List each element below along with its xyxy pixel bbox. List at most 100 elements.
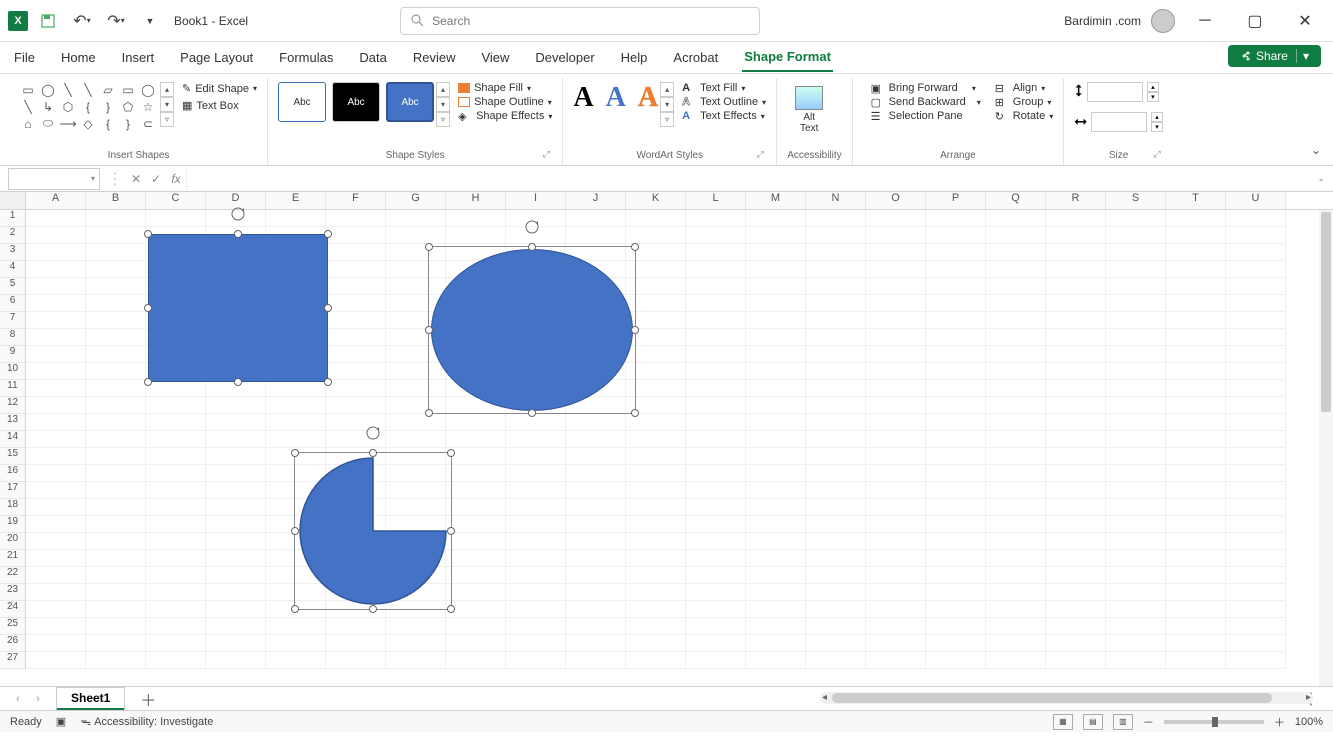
cell[interactable] [926, 482, 986, 499]
cell[interactable] [26, 550, 86, 567]
cell[interactable] [386, 210, 446, 227]
cell[interactable] [326, 278, 386, 295]
resize-handle[interactable] [291, 527, 299, 535]
cell[interactable] [926, 380, 986, 397]
row-header[interactable]: 1 [0, 210, 26, 227]
cell[interactable] [326, 380, 386, 397]
cell[interactable] [146, 567, 206, 584]
cell[interactable] [626, 601, 686, 618]
cell[interactable] [1226, 210, 1286, 227]
cell[interactable] [626, 448, 686, 465]
cell[interactable] [1106, 431, 1166, 448]
cell[interactable] [1046, 380, 1106, 397]
cell[interactable] [626, 431, 686, 448]
cell[interactable] [926, 550, 986, 567]
cell[interactable] [146, 652, 206, 669]
cell[interactable] [1166, 584, 1226, 601]
row-header[interactable]: 4 [0, 261, 26, 278]
redo-button[interactable]: ↷▾ [102, 7, 130, 35]
column-header[interactable]: T [1166, 192, 1226, 209]
row-header[interactable]: 7 [0, 312, 26, 329]
cell[interactable] [1226, 312, 1286, 329]
cell[interactable] [626, 227, 686, 244]
cell[interactable] [386, 431, 446, 448]
cell[interactable] [746, 584, 806, 601]
cell[interactable] [86, 380, 146, 397]
cell[interactable] [746, 567, 806, 584]
tab-help[interactable]: Help [619, 44, 650, 71]
row-header[interactable]: 20 [0, 533, 26, 550]
cell[interactable] [1106, 414, 1166, 431]
cell[interactable] [1166, 533, 1226, 550]
cell[interactable] [806, 380, 866, 397]
cell[interactable] [866, 261, 926, 278]
cell[interactable] [446, 210, 506, 227]
cell[interactable] [1046, 465, 1106, 482]
accessibility-status[interactable]: ᯓ Accessibility: Investigate [80, 714, 213, 729]
cell[interactable] [1046, 448, 1106, 465]
cell[interactable] [1046, 618, 1106, 635]
cell[interactable] [626, 516, 686, 533]
cell[interactable] [926, 329, 986, 346]
cell[interactable] [206, 550, 266, 567]
resize-handle[interactable] [631, 326, 639, 334]
cell[interactable] [626, 210, 686, 227]
cell[interactable] [626, 652, 686, 669]
column-header[interactable]: A [26, 192, 86, 209]
cell[interactable] [146, 516, 206, 533]
cell[interactable] [926, 465, 986, 482]
resize-handle[interactable] [425, 409, 433, 417]
cell[interactable] [1166, 295, 1226, 312]
cell[interactable] [26, 414, 86, 431]
cell[interactable] [1226, 601, 1286, 618]
cell[interactable] [806, 584, 866, 601]
cell[interactable] [746, 618, 806, 635]
cell[interactable] [26, 431, 86, 448]
cell[interactable] [866, 482, 926, 499]
resize-handle[interactable] [369, 449, 377, 457]
cell[interactable] [1166, 448, 1226, 465]
cell[interactable] [806, 363, 866, 380]
cell[interactable] [146, 550, 206, 567]
cell[interactable] [686, 635, 746, 652]
cell[interactable] [926, 431, 986, 448]
cell[interactable] [146, 210, 206, 227]
cell[interactable] [1226, 329, 1286, 346]
alt-text-button[interactable]: Alt Text [787, 82, 831, 138]
cell[interactable] [26, 261, 86, 278]
cell[interactable] [566, 227, 626, 244]
cell[interactable] [146, 635, 206, 652]
cell[interactable] [506, 601, 566, 618]
select-all-corner[interactable] [0, 192, 26, 209]
row-header[interactable]: 3 [0, 244, 26, 261]
cell[interactable] [266, 397, 326, 414]
cell[interactable] [626, 567, 686, 584]
cell[interactable] [1226, 244, 1286, 261]
cell[interactable] [986, 261, 1046, 278]
zoom-in-button[interactable]: ＋ [1274, 714, 1285, 730]
cell[interactable] [266, 380, 326, 397]
cell[interactable] [26, 329, 86, 346]
cell[interactable] [1166, 652, 1226, 669]
resize-handle[interactable] [447, 527, 455, 535]
resize-handle[interactable] [631, 409, 639, 417]
cell[interactable] [26, 346, 86, 363]
cell[interactable] [566, 210, 626, 227]
cell[interactable] [806, 635, 866, 652]
cell[interactable] [746, 550, 806, 567]
share-button[interactable]: Share▾ [1228, 45, 1321, 67]
cell[interactable] [986, 448, 1046, 465]
cell[interactable] [1106, 618, 1166, 635]
row-header[interactable]: 17 [0, 482, 26, 499]
cell[interactable] [1046, 533, 1106, 550]
resize-handle[interactable] [631, 243, 639, 251]
cell[interactable] [686, 380, 746, 397]
group-button[interactable]: ⊞Group▾ [995, 96, 1053, 108]
shape-height-input[interactable] [1087, 82, 1143, 102]
cell[interactable] [26, 295, 86, 312]
cell[interactable] [446, 584, 506, 601]
column-header[interactable]: E [266, 192, 326, 209]
cell[interactable] [1226, 414, 1286, 431]
column-header[interactable]: O [866, 192, 926, 209]
cell[interactable] [746, 397, 806, 414]
